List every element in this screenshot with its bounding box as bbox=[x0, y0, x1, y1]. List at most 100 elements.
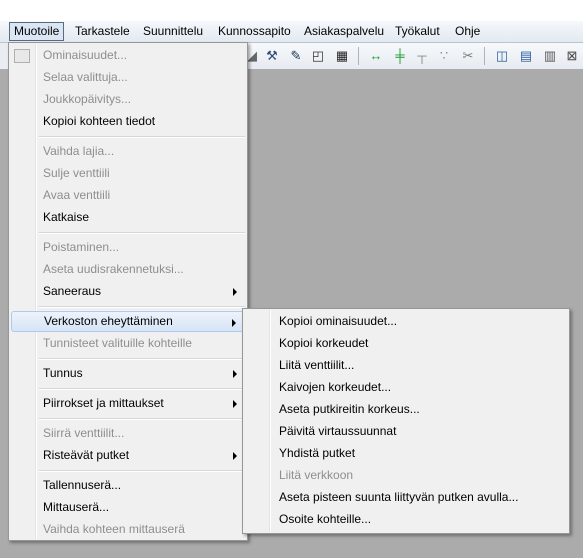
menu-separator bbox=[39, 418, 245, 420]
menu-kunnossapito[interactable]: Kunnossapito bbox=[214, 23, 295, 40]
menu-item-joukkopaivitys[interactable]: Joukkopäivitys... bbox=[11, 89, 245, 110]
submenu-item-liita-verkkoon[interactable]: Liitä verkkoon bbox=[245, 465, 567, 486]
menu-item-label: Katkaise bbox=[43, 210, 90, 224]
tee-icon[interactable]: ╪ bbox=[392, 48, 408, 64]
submenu-item-label: Yhdistä putket bbox=[279, 446, 356, 460]
submenu-item-label: Kopioi korkeudet bbox=[279, 336, 369, 350]
menu-item-label: Siirrä venttiilit... bbox=[43, 426, 125, 440]
menu-item-vaihda-kohteen-mittausera[interactable]: Vaihda kohteen mittauserä bbox=[11, 519, 245, 540]
menu-separator bbox=[39, 232, 245, 234]
muotoile-dropdown: Ominaisuudet... Selaa valittuja... Joukk… bbox=[8, 42, 248, 541]
menu-item-label: Piirrokset ja mittaukset bbox=[43, 396, 164, 410]
submenu-item-aseta-putkireitin-korkeus[interactable]: Aseta putkireitin korkeus... bbox=[245, 399, 567, 420]
submenu-item-paivita-virtaussuunnat[interactable]: Päivitä virtaussuunnat bbox=[245, 421, 567, 442]
menu-item-label: Tallennuserä... bbox=[43, 478, 122, 492]
close-box-icon[interactable]: ⊠ bbox=[564, 48, 580, 64]
title-area bbox=[0, 0, 583, 21]
submenu-item-kopioi-ominaisuudet[interactable]: Kopioi ominaisuudet... bbox=[245, 311, 567, 332]
submenu-item-kaivojen-korkeudet[interactable]: Kaivojen korkeudet... bbox=[245, 377, 567, 398]
menu-item-poistaminen[interactable]: Poistaminen... bbox=[11, 237, 245, 258]
submenu-arrow-icon bbox=[233, 400, 237, 408]
submenu-item-label: Kopioi ominaisuudet... bbox=[279, 314, 398, 328]
submenu-item-label: Aseta putkireitin korkeus... bbox=[279, 402, 420, 416]
submenu-item-kopioi-korkeudet[interactable]: Kopioi korkeudet bbox=[245, 333, 567, 354]
menu-item-label: Saneeraus bbox=[43, 284, 102, 298]
menu-item-label: Risteävät putket bbox=[43, 448, 130, 462]
menu-item-vaihda-lajia[interactable]: Vaihda lajia... bbox=[11, 141, 245, 162]
menu-item-label: Ominaisuudet... bbox=[43, 48, 128, 62]
toolbar-left-edge: o bbox=[0, 43, 8, 104]
menu-item-siirra-venttiilit[interactable]: Siirrä venttiilit... bbox=[11, 423, 245, 444]
table-icon[interactable]: ▤ bbox=[518, 48, 534, 64]
toolbar-separator bbox=[484, 47, 485, 65]
menu-item-label: Joukkopäivitys... bbox=[43, 92, 132, 106]
menu-item-label: Sulje venttiili bbox=[43, 166, 110, 180]
submenu-item-yhdista-putket[interactable]: Yhdistä putket bbox=[245, 443, 567, 464]
menu-asiakaspalvelu[interactable]: Asiakaspalvelu bbox=[300, 23, 388, 40]
menu-item-piirrokset-ja-mittaukset[interactable]: Piirrokset ja mittaukset bbox=[11, 393, 245, 414]
menu-separator bbox=[39, 388, 245, 390]
menu-item-label: Aseta uudisrakennetuksi... bbox=[43, 262, 184, 276]
menu-item-verkoston-eheyttaminen[interactable]: Verkoston eheyttäminen bbox=[11, 311, 245, 332]
scissors-icon[interactable]: ✂ bbox=[460, 48, 476, 64]
menu-separator bbox=[39, 306, 245, 308]
submenu-arrow-icon bbox=[233, 370, 237, 378]
toolbar-separator bbox=[358, 47, 359, 65]
menu-item-ominaisuudet[interactable]: Ominaisuudet... bbox=[11, 45, 245, 66]
submenu-item-label: Päivitä virtaussuunnat bbox=[279, 424, 397, 438]
menu-item-label: Mittauserä... bbox=[43, 500, 110, 514]
menu-item-kopioi-kohteen-tiedot[interactable]: Kopioi kohteen tiedot bbox=[11, 111, 245, 132]
menu-item-label: Avaa venttiili bbox=[43, 188, 111, 202]
submenu-arrow-icon bbox=[232, 319, 236, 327]
menu-tyokalut[interactable]: Työkalut bbox=[391, 23, 444, 40]
submenu-item-osoite-kohteille[interactable]: Osoite kohteille... bbox=[245, 509, 567, 530]
menu-item-avaa-venttiili[interactable]: Avaa venttiili bbox=[11, 185, 245, 206]
menu-item-risteavat-putket[interactable]: Risteävät putket bbox=[11, 445, 245, 466]
tee-gray-icon[interactable]: ┬ bbox=[414, 48, 430, 64]
menu-item-mittausera[interactable]: Mittauserä... bbox=[11, 497, 245, 518]
submenu-arrow-icon bbox=[233, 288, 237, 296]
menu-item-label: Tunnisteet valituille kohteille bbox=[43, 336, 192, 350]
submenu-item-label: Liitä verkkoon bbox=[279, 468, 354, 482]
menu-item-sulje-venttiili[interactable]: Sulje venttiili bbox=[11, 163, 245, 184]
menu-tarkastele[interactable]: Tarkastele bbox=[71, 23, 134, 40]
menu-item-aseta-uudisrakennetuksi[interactable]: Aseta uudisrakennetuksi... bbox=[11, 259, 245, 280]
menu-separator bbox=[39, 470, 245, 472]
menu-item-label: Poistaminen... bbox=[43, 240, 120, 254]
submenu-item-liita-venttiilit[interactable]: Liitä venttiilit... bbox=[245, 355, 567, 376]
menu-item-label: Vaihda kohteen mittauserä bbox=[43, 522, 185, 536]
submenu-item-label: Kaivojen korkeudet... bbox=[279, 380, 392, 394]
menu-item-label: Vaihda lajia... bbox=[43, 144, 115, 158]
menu-item-label: Kopioi kohteen tiedot bbox=[43, 114, 156, 128]
menu-item-tallennusera[interactable]: Tallennuserä... bbox=[11, 475, 245, 496]
menu-item-tunnisteet[interactable]: Tunnisteet valituille kohteille bbox=[11, 333, 245, 354]
toolbar: ◢ ⚒ ✎ ◰ ▦ ↔ ╪ ┬ ∵ ✂ ◫ ▤ ▥ ⊠ bbox=[240, 43, 583, 70]
menu-ohje[interactable]: Ohje bbox=[451, 23, 484, 40]
menu-item-label: Selaa valittuja... bbox=[43, 70, 128, 84]
menu-item-selaa-valittuja[interactable]: Selaa valittuja... bbox=[11, 67, 245, 88]
table-alt-icon[interactable]: ▥ bbox=[542, 48, 558, 64]
submenu-item-label: Liitä venttiilit... bbox=[279, 358, 355, 372]
verkoston-eheyttaminen-submenu: Kopioi ominaisuudet... Kopioi korkeudet … bbox=[242, 308, 570, 534]
menu-separator bbox=[39, 358, 245, 360]
submenu-item-label: Osoite kohteille... bbox=[279, 512, 372, 526]
node-edit-icon[interactable]: ✎ bbox=[288, 48, 304, 64]
submenu-item-aseta-pisteen-suunta[interactable]: Aseta pisteen suunta liittyvän putken av… bbox=[245, 487, 567, 508]
dots-icon[interactable]: ∵ bbox=[436, 48, 452, 64]
menu-item-katkaise[interactable]: Katkaise bbox=[11, 207, 245, 228]
menu-separator bbox=[39, 136, 245, 138]
menu-bar: Muotoile Tarkastele Suunnittelu Kunnossa… bbox=[0, 21, 583, 43]
submenu-item-label: Aseta pisteen suunta liittyvän putken av… bbox=[279, 490, 519, 504]
menu-item-label: Tunnus bbox=[43, 366, 83, 380]
menu-item-saneeraus[interactable]: Saneeraus bbox=[11, 281, 245, 302]
menu-suunnittelu[interactable]: Suunnittelu bbox=[139, 23, 207, 40]
menu-item-tunnus[interactable]: Tunnus bbox=[11, 363, 245, 384]
hammer-icon[interactable]: ⚒ bbox=[264, 48, 280, 64]
menu-muotoile[interactable]: Muotoile bbox=[9, 22, 65, 41]
submenu-arrow-icon bbox=[233, 452, 237, 460]
document-corner-icon[interactable]: ◰ bbox=[310, 48, 326, 64]
horizontal-arrow-icon[interactable]: ↔ bbox=[368, 48, 384, 64]
grid-icon[interactable]: ▦ bbox=[334, 48, 350, 64]
menu-item-label: Verkoston eheyttäminen bbox=[44, 314, 173, 328]
window-icon[interactable]: ◫ bbox=[494, 48, 510, 64]
